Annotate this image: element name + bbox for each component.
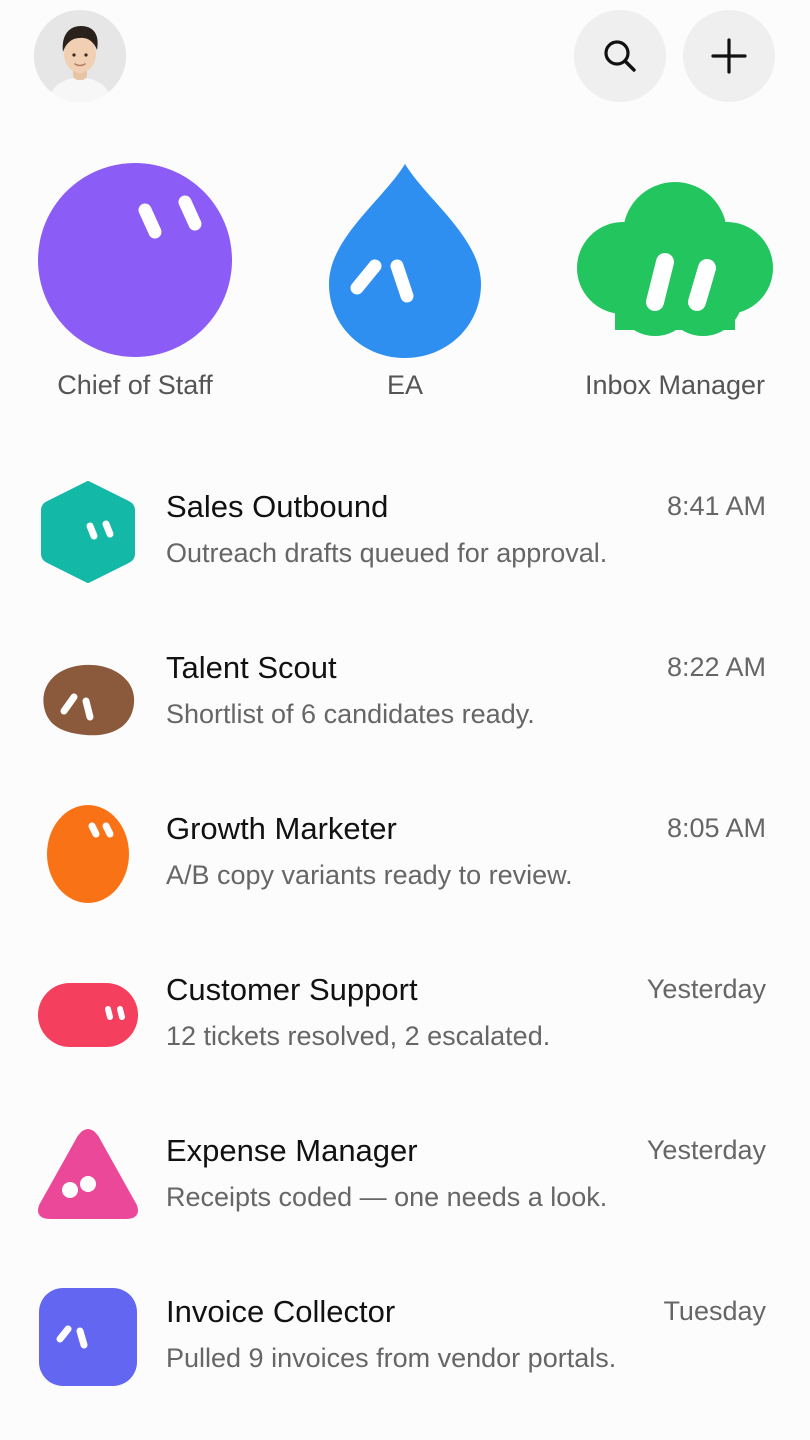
featured-agent-ea[interactable]: EA — [305, 160, 505, 410]
featured-agent-label: Inbox Manager — [584, 370, 766, 400]
plus-icon — [711, 38, 747, 74]
conversation-row-growth-marketer[interactable]: Growth Marketer 8:05 AM A/B copy variant… — [0, 782, 810, 943]
purple-orb-icon — [38, 163, 232, 357]
conversation-row-expense-manager[interactable]: Expense Manager Yesterday Receipts coded… — [0, 1104, 810, 1265]
conversation-time: Yesterday — [646, 974, 766, 1004]
conversation-preview: 12 tickets resolved, 2 escalated. — [166, 1021, 551, 1051]
conversation-time: Tuesday — [663, 1296, 766, 1326]
conversation-title: Sales Outbound — [166, 489, 389, 524]
teal-hexagon-icon — [41, 481, 135, 583]
avatar[interactable] — [34, 10, 126, 102]
green-cloud-icon — [577, 182, 773, 336]
indigo-square-icon — [39, 1288, 137, 1386]
conversation-row-invoice-collector[interactable]: Invoice Collector Tuesday Pulled 9 invoi… — [0, 1265, 810, 1426]
conversation-preview: Receipts coded — one needs a look. — [166, 1182, 608, 1212]
conversation-title: Talent Scout — [166, 650, 337, 685]
brown-blob-icon — [43, 664, 135, 736]
add-button[interactable] — [683, 10, 775, 102]
conversation-preview: Shortlist of 6 candidates ready. — [166, 699, 535, 729]
conversation-preview: A/B copy variants ready to review. — [166, 860, 573, 890]
conversation-title: Customer Support — [166, 972, 418, 1007]
blue-drop-icon — [329, 164, 481, 358]
conversation-row-talent-scout[interactable]: Talent Scout 8:22 AM Shortlist of 6 cand… — [0, 621, 810, 782]
conversation-time: Yesterday — [646, 1135, 766, 1165]
red-pill-icon — [38, 983, 138, 1047]
conversation-title: Invoice Collector — [166, 1294, 396, 1329]
conversation-time: 8:41 AM — [666, 491, 766, 521]
orange-egg-icon — [47, 805, 129, 903]
conversation-time: 8:22 AM — [666, 652, 766, 682]
conversation-row-customer-support[interactable]: Customer Support Yesterday 12 tickets re… — [0, 943, 810, 1104]
conversation-preview: Outreach drafts queued for approval. — [166, 538, 608, 568]
conversation-row-sales-outbound[interactable]: Sales Outbound 8:41 AM Outreach drafts q… — [0, 460, 810, 621]
conversation-preview: Pulled 9 invoices from vendor portals. — [166, 1343, 617, 1373]
conversation-title: Growth Marketer — [166, 811, 397, 846]
featured-agent-inbox-manager[interactable]: Inbox Manager — [575, 160, 775, 410]
featured-agent-label: Chief of Staff — [57, 370, 213, 400]
featured-agent-label: EA — [386, 370, 424, 400]
conversation-title: Expense Manager — [166, 1133, 418, 1168]
search-icon — [604, 40, 636, 72]
conversation-time: 8:05 AM — [666, 813, 766, 843]
search-button[interactable] — [574, 10, 666, 102]
pink-triangle-icon — [38, 1129, 138, 1219]
featured-agent-chief-of-staff[interactable]: Chief of Staff — [35, 160, 235, 410]
